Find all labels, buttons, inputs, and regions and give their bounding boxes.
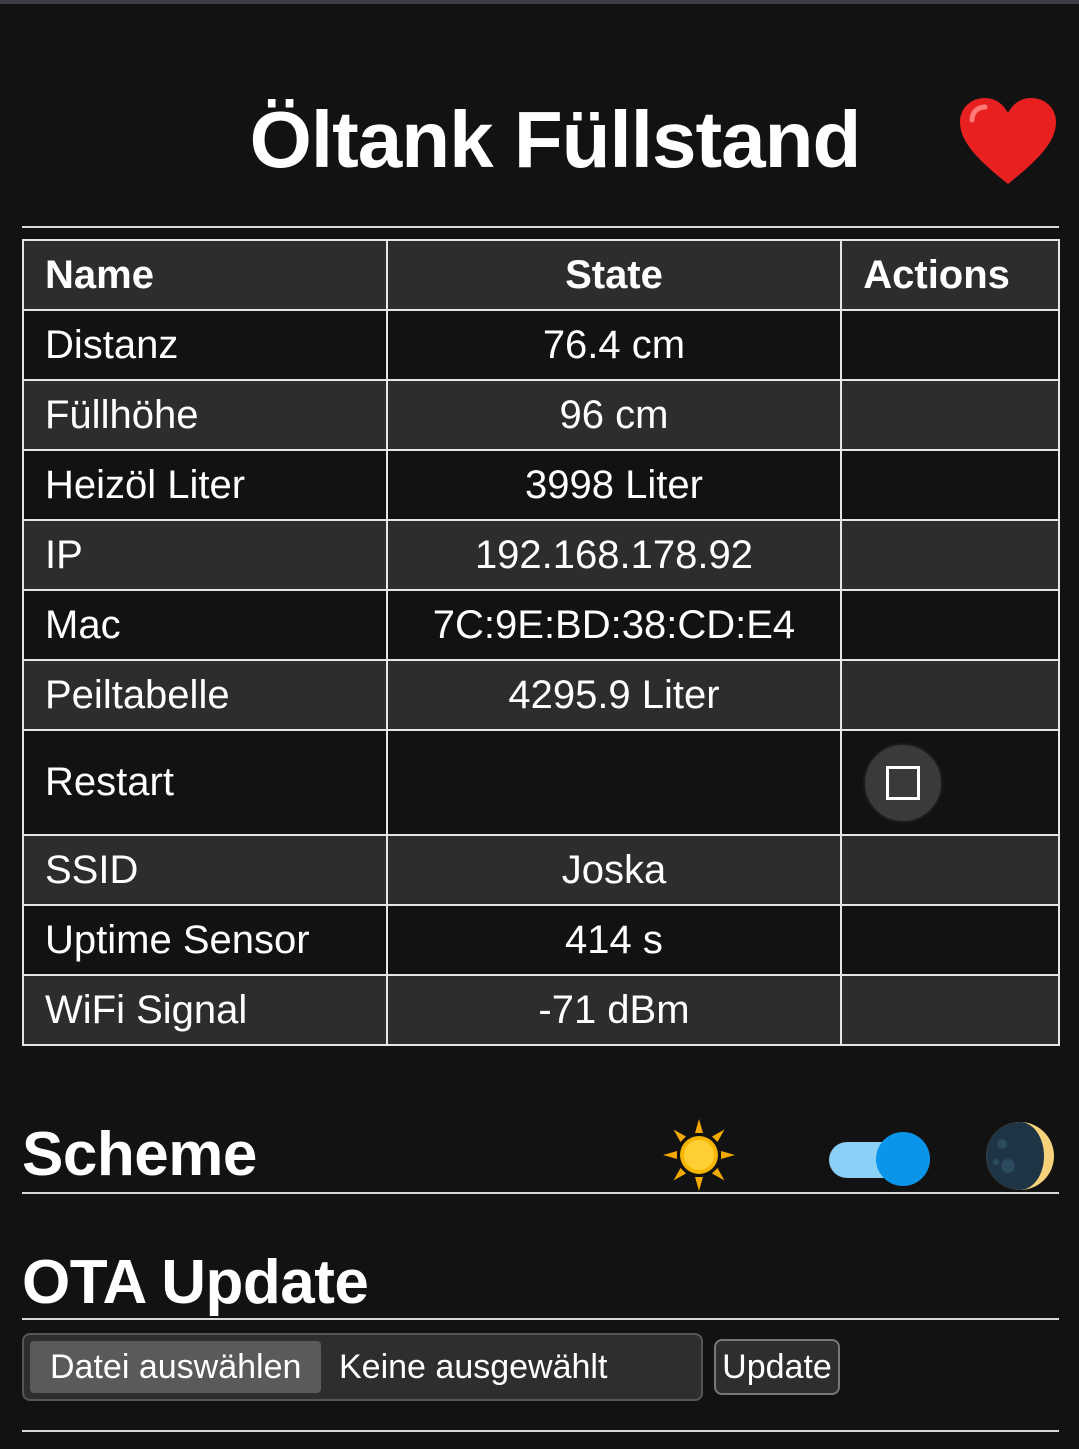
column-header-name: Name — [22, 239, 388, 311]
row-actions — [840, 659, 1060, 731]
divider — [22, 1430, 1059, 1432]
row-actions — [840, 589, 1060, 661]
heart-icon — [960, 98, 1056, 184]
row-name: Füllhöhe — [22, 379, 388, 451]
file-input[interactable]: Datei auswählen Keine ausgewählt — [22, 1333, 703, 1401]
row-state: 96 cm — [385, 379, 843, 451]
row-name: Distanz — [22, 309, 388, 381]
row-state: 414 s — [385, 904, 843, 976]
table-row: Uptime Sensor 414 s — [22, 904, 1060, 976]
restart-button[interactable] — [863, 742, 944, 823]
row-actions — [840, 974, 1060, 1046]
row-name: SSID — [22, 834, 388, 906]
row-name: IP — [22, 519, 388, 591]
row-name: Peiltabelle — [22, 659, 388, 731]
row-actions — [840, 519, 1060, 591]
update-button[interactable]: Update — [714, 1339, 840, 1395]
table-header-row: Name State Actions — [22, 239, 1060, 311]
row-state: 4295.9 Liter — [385, 659, 843, 731]
divider — [22, 1318, 1059, 1320]
ota-heading: OTA Update — [22, 1248, 369, 1317]
row-state: 7C:9E:BD:38:CD:E4 — [385, 589, 843, 661]
row-actions — [840, 834, 1060, 906]
divider — [22, 1192, 1059, 1194]
row-actions — [840, 309, 1060, 381]
row-state: 192.168.178.92 — [385, 519, 843, 591]
row-name: Uptime Sensor — [22, 904, 388, 976]
scheme-heading: Scheme — [22, 1120, 257, 1189]
sun-icon[interactable] — [662, 1118, 736, 1192]
row-state: 76.4 cm — [385, 309, 843, 381]
row-state: Joska — [385, 834, 843, 906]
row-state — [385, 729, 843, 836]
column-header-actions: Actions — [840, 239, 1060, 311]
table-row: Mac 7C:9E:BD:38:CD:E4 — [22, 589, 1060, 661]
top-border — [0, 0, 1079, 4]
table-row: Restart — [22, 729, 1060, 836]
file-status-text: Keine ausgewählt — [339, 1348, 608, 1386]
row-state: -71 dBm — [385, 974, 843, 1046]
row-actions — [840, 729, 1060, 836]
row-actions — [840, 904, 1060, 976]
table-row: Füllhöhe 96 cm — [22, 379, 1060, 451]
table-row: Peiltabelle 4295.9 Liter — [22, 659, 1060, 731]
page-title: Öltank Füllstand — [249, 95, 862, 184]
choose-file-button[interactable]: Datei auswählen — [30, 1341, 322, 1393]
divider — [22, 226, 1059, 228]
page: Öltank Füllstand Name State Actions Dist… — [0, 0, 1079, 1449]
row-name: Mac — [22, 589, 388, 661]
row-name: Heizöl Liter — [22, 449, 388, 521]
row-name: Restart — [22, 729, 388, 836]
row-state: 3998 Liter — [385, 449, 843, 521]
scheme-toggle-knob[interactable] — [876, 1132, 930, 1186]
table-row: WiFi Signal -71 dBm — [22, 974, 1060, 1046]
table-row: IP 192.168.178.92 — [22, 519, 1060, 591]
row-name: WiFi Signal — [22, 974, 388, 1046]
states-table: Name State Actions Distanz 76.4 cm Füllh… — [22, 239, 1060, 1046]
row-actions — [840, 449, 1060, 521]
table-row: Distanz 76.4 cm — [22, 309, 1060, 381]
table-row: Heizöl Liter 3998 Liter — [22, 449, 1060, 521]
table-row: SSID Joska — [22, 834, 1060, 906]
row-actions — [840, 379, 1060, 451]
column-header-state: State — [385, 239, 843, 311]
stop-square-icon — [886, 765, 921, 800]
moon-icon[interactable] — [984, 1120, 1056, 1192]
